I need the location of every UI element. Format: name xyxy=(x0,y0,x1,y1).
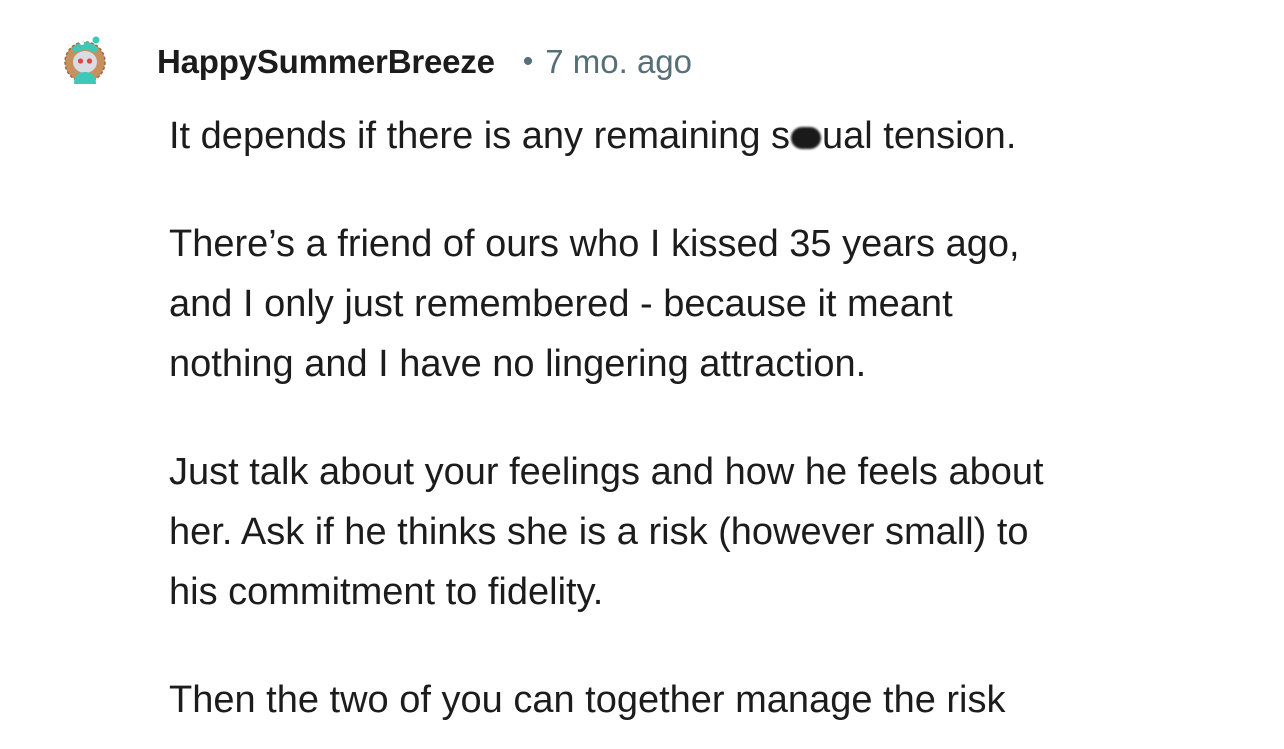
comment-header: HappySummerBreeze • 7 mo. ago xyxy=(157,40,692,84)
comment-line: Just talk about your feelings and how he… xyxy=(169,451,1044,493)
comment-line: and I only just remembered - because it … xyxy=(169,283,953,325)
comment-line: her. Ask if he thinks she is a risk (how… xyxy=(169,511,1029,553)
comment-line: It depends if there is any remaining s ua… xyxy=(169,106,1229,166)
comment-paragraph: It depends if there is any remaining s ua… xyxy=(169,106,1229,166)
comment-timestamp[interactable]: 7 mo. ago xyxy=(545,43,692,81)
comment-paragraph: Just talk about your feelings and how he… xyxy=(169,442,1229,622)
comment-text-fragment: It depends if there is any remaining s xyxy=(169,115,791,157)
comment-paragraph: There’s a friend of ours who I kissed 35… xyxy=(169,214,1229,394)
avatar-hat-tip xyxy=(92,36,100,44)
avatar-eye-right xyxy=(86,58,93,64)
redaction-mark xyxy=(791,127,822,149)
avatar-face-shape xyxy=(73,51,97,73)
comment-line: his commitment to fidelity. xyxy=(169,571,604,613)
avatar-hat-dot xyxy=(80,41,84,45)
user-avatar-icon[interactable] xyxy=(62,34,108,84)
avatar-eye-left xyxy=(77,58,84,64)
comment-author-username[interactable]: HappySummerBreeze xyxy=(157,43,495,81)
meta-separator: • xyxy=(522,45,534,78)
comment-text-fragment: ual tension. xyxy=(822,115,1017,157)
comment-line: Then the two of you can together manage … xyxy=(169,679,1006,721)
comment-line: nothing and I have no lingering attracti… xyxy=(169,343,867,385)
comment-paragraph: Then the two of you can together manage … xyxy=(169,670,1229,730)
comment-body: It depends if there is any remaining s ua… xyxy=(169,106,1229,749)
comment-line: There’s a friend of ours who I kissed 35… xyxy=(169,223,1020,265)
